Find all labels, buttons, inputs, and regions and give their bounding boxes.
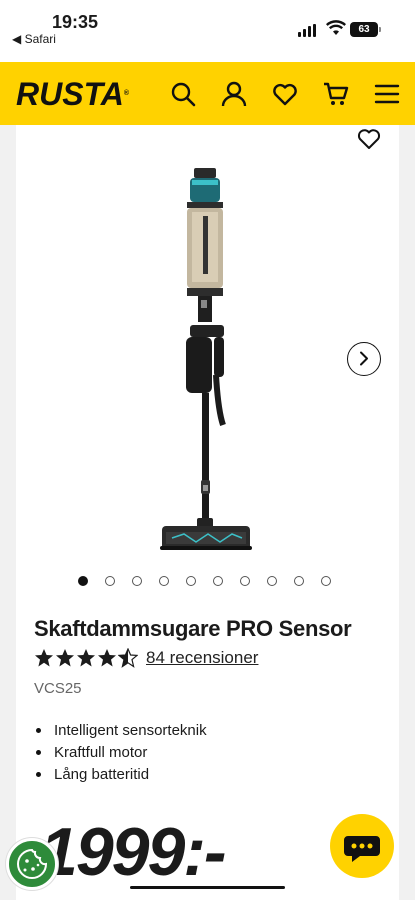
chevron-right-icon: [360, 351, 368, 366]
home-indicator: [130, 886, 285, 889]
wifi-icon: [326, 20, 346, 35]
gallery-dot[interactable]: [78, 576, 88, 586]
gallery-dot[interactable]: [132, 576, 142, 586]
gallery-dot[interactable]: [321, 576, 331, 586]
star-icon: [35, 649, 53, 667]
gallery-dot[interactable]: [213, 576, 223, 586]
product-image[interactable]: [150, 160, 270, 560]
heart-icon[interactable]: [271, 80, 299, 108]
gallery-dot[interactable]: [240, 576, 250, 586]
rating-stars: [34, 648, 138, 668]
rusta-logo[interactable]: RUSTA®: [16, 76, 129, 112]
feature-item: Kraftfull motor: [34, 742, 207, 764]
battery-icon: 63: [350, 22, 378, 37]
back-to-safari-link[interactable]: ◀ Safari: [12, 32, 56, 46]
status-bar: 19:35 ◀ Safari 63: [0, 0, 415, 62]
feature-item: Intelligent sensorteknik: [34, 720, 207, 742]
gallery-dot[interactable]: [294, 576, 304, 586]
star-icon: [56, 649, 74, 667]
feature-list: Intelligent sensorteknik Kraftfull motor…: [34, 720, 207, 786]
chat-button[interactable]: [330, 814, 394, 878]
product-title: Skaftdammsugare PRO Sensor: [34, 616, 352, 641]
gallery-dot[interactable]: [267, 576, 277, 586]
cookie-icon: [17, 848, 48, 879]
gallery-dot[interactable]: [186, 576, 196, 586]
search-icon[interactable]: [169, 80, 197, 108]
favorite-heart-icon[interactable]: [356, 126, 382, 152]
next-image-button[interactable]: [347, 342, 381, 376]
gallery-dot[interactable]: [105, 576, 115, 586]
status-time: 19:35: [52, 12, 99, 32]
star-icon: [98, 649, 116, 667]
account-icon[interactable]: [220, 80, 248, 108]
cellular-signal-icon: [298, 24, 316, 37]
reviews-link[interactable]: 84 recensioner: [146, 648, 258, 668]
menu-icon[interactable]: [373, 80, 401, 108]
product-price: 1999:-: [40, 814, 227, 890]
rating-row: 84 recensioner: [34, 648, 258, 668]
star-icon: [118, 648, 138, 668]
star-icon: [77, 649, 95, 667]
site-header: RUSTA®: [0, 62, 415, 125]
gallery-pagination: [78, 576, 331, 586]
feature-item: Lång batteritid: [34, 764, 207, 786]
cookie-settings-button[interactable]: [6, 838, 58, 890]
cart-icon[interactable]: [322, 80, 350, 108]
product-sku: VCS25: [34, 680, 82, 697]
chat-bubble-icon: [344, 836, 380, 862]
gallery-dot[interactable]: [159, 576, 169, 586]
